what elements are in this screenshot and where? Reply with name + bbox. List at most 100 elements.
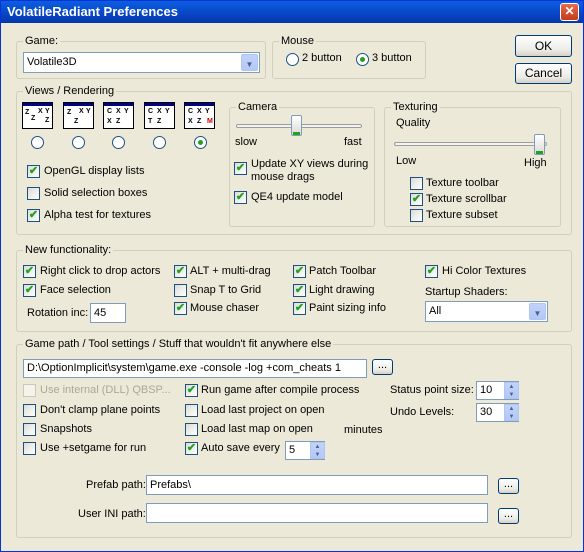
snap-t-to-grid-checkbox[interactable]	[174, 284, 187, 297]
view-layout-4-radio[interactable]	[153, 136, 166, 149]
status-point-size-value: 10	[480, 384, 493, 396]
spin-down-icon[interactable]: ▼	[505, 391, 518, 399]
game-select[interactable]: Volatile3D ▼	[23, 52, 260, 73]
texture-scrollbar-checkbox[interactable]: ✔	[410, 193, 423, 206]
face-selection-label[interactable]: Face selection	[40, 284, 111, 296]
prefab-path-input[interactable]: Prefabs\	[146, 475, 488, 495]
opengl-display-lists-label[interactable]: OpenGL display lists	[44, 165, 144, 177]
user-ini-path-input[interactable]	[146, 503, 488, 523]
face-selection-checkbox[interactable]: ✔	[23, 284, 36, 297]
camera-speed-slider-thumb[interactable]	[291, 115, 302, 136]
hi-color-textures-label[interactable]: Hi Color Textures	[442, 265, 526, 277]
texture-quality-high-label: High	[524, 157, 547, 169]
alt-multi-drag-label[interactable]: ALT + multi-drag	[190, 265, 271, 277]
load-last-map-checkbox[interactable]	[185, 423, 198, 436]
texture-quality-track[interactable]	[394, 142, 547, 146]
spin-down-icon[interactable]: ▼	[505, 413, 518, 421]
solid-selection-boxes-checkbox[interactable]	[27, 187, 40, 200]
startup-shaders-select[interactable]: All ▼	[425, 301, 548, 322]
dont-clamp-plane-points-label[interactable]: Don't clamp plane points	[40, 404, 160, 416]
right-click-drop-actors-label[interactable]: Right click to drop actors	[40, 265, 160, 277]
texture-subset-checkbox[interactable]	[410, 209, 423, 222]
close-icon[interactable]: ✕	[560, 3, 579, 21]
spin-up-icon[interactable]: ▲	[311, 443, 324, 451]
view-layout-2-radio[interactable]	[72, 136, 85, 149]
spin-up-icon[interactable]: ▲	[505, 405, 518, 413]
view-layout-5-radio[interactable]	[194, 136, 207, 149]
dont-clamp-plane-points-checkbox[interactable]	[23, 404, 36, 417]
status-point-spinner[interactable]: ▲ ▼	[504, 382, 519, 399]
auto-save-minutes-value: 5	[289, 444, 296, 456]
update-xy-views-label-line2[interactable]: mouse drags	[251, 171, 315, 183]
mouse-3-button-radio[interactable]	[356, 53, 369, 66]
game-select-value: Volatile3D	[27, 56, 77, 68]
qe4-update-model-checkbox[interactable]: ✔	[234, 191, 247, 204]
undo-levels-spinner[interactable]: ▲ ▼	[504, 404, 519, 421]
auto-save-label[interactable]: Auto save every	[201, 442, 280, 454]
view-layout-5-icon: CXYXZM	[184, 102, 215, 129]
texture-toolbar-checkbox[interactable]	[410, 177, 423, 190]
solid-selection-boxes-label[interactable]: Solid selection boxes	[44, 187, 147, 199]
paint-sizing-info-checkbox[interactable]: ✔	[293, 302, 306, 315]
mouse-2-button-label[interactable]: 2 button	[302, 52, 342, 64]
spin-up-icon[interactable]: ▲	[505, 383, 518, 391]
mouse-chaser-checkbox[interactable]: ✔	[174, 302, 187, 315]
mouse-3-button-label[interactable]: 3 button	[372, 52, 412, 64]
texture-scrollbar-label[interactable]: Texture scrollbar	[426, 193, 507, 205]
load-last-map-label[interactable]: Load last map on open	[201, 423, 313, 435]
preferences-window: VolatileRadiant Preferences ✕ OK Cancel …	[0, 0, 584, 552]
view-layout-2-icon: ZXYZ	[63, 102, 94, 129]
load-last-project-label[interactable]: Load last project on open	[201, 404, 325, 416]
chevron-down-icon[interactable]: ▼	[241, 54, 258, 71]
run-after-compile-checkbox[interactable]: ✔	[185, 384, 198, 397]
snapshots-checkbox[interactable]	[23, 423, 36, 436]
texture-quality-label: Quality	[396, 117, 431, 129]
use-setgame-checkbox[interactable]	[23, 442, 36, 455]
paint-sizing-info-label[interactable]: Paint sizing info	[309, 302, 386, 314]
auto-save-checkbox[interactable]: ✔	[185, 442, 198, 455]
update-xy-views-checkbox[interactable]: ✔	[234, 162, 247, 175]
light-drawing-label[interactable]: Light drawing	[309, 284, 374, 296]
game-path-browse-button[interactable]: ...	[372, 359, 393, 375]
rotation-inc-input[interactable]: 45	[90, 303, 126, 323]
snapshots-label[interactable]: Snapshots	[40, 423, 92, 435]
snap-t-to-grid-label[interactable]: Snap T to Grid	[190, 284, 261, 296]
light-drawing-checkbox[interactable]: ✔	[293, 284, 306, 297]
alpha-test-label[interactable]: Alpha test for textures	[44, 209, 151, 221]
view-layout-3-radio[interactable]	[112, 136, 125, 149]
qe4-update-model-label[interactable]: QE4 update model	[251, 191, 343, 203]
alpha-test-checkbox[interactable]: ✔	[27, 209, 40, 222]
prefab-path-browse-button[interactable]: ...	[498, 478, 519, 494]
chevron-down-icon[interactable]: ▼	[529, 303, 546, 320]
radio-selected-dot	[198, 140, 203, 145]
texturing-group-label: Texturing	[391, 101, 440, 113]
use-setgame-label[interactable]: Use +setgame for run	[40, 442, 146, 454]
patch-toolbar-checkbox[interactable]: ✔	[293, 265, 306, 278]
mouse-chaser-label[interactable]: Mouse chaser	[190, 302, 259, 314]
spin-down-icon[interactable]: ▼	[311, 451, 324, 459]
right-click-drop-actors-checkbox[interactable]: ✔	[23, 265, 36, 278]
hi-color-textures-checkbox[interactable]: ✔	[425, 265, 438, 278]
view-layout-1-radio[interactable]	[31, 136, 44, 149]
startup-shaders-label: Startup Shaders:	[425, 286, 508, 298]
ok-button[interactable]: OK	[515, 35, 572, 57]
title-bar[interactable]: VolatileRadiant Preferences ✕	[1, 1, 583, 23]
user-ini-path-browse-button[interactable]: ...	[498, 508, 519, 524]
mouse-2-button-radio[interactable]	[286, 53, 299, 66]
load-last-project-checkbox[interactable]	[185, 404, 198, 417]
cancel-button[interactable]: Cancel	[515, 63, 572, 84]
patch-toolbar-label[interactable]: Patch Toolbar	[309, 265, 376, 277]
user-ini-path-label: User INI path:	[78, 508, 146, 520]
texture-toolbar-label[interactable]: Texture toolbar	[426, 177, 499, 189]
update-xy-views-label-line1[interactable]: Update XY views during	[251, 158, 368, 170]
game-path-input[interactable]: D:\OptionImplicit\system\game.exe -conso…	[23, 359, 367, 378]
texture-quality-slider-thumb[interactable]	[534, 134, 545, 155]
alt-multi-drag-checkbox[interactable]: ✔	[174, 265, 187, 278]
run-after-compile-label[interactable]: Run game after compile process	[201, 384, 359, 396]
opengl-display-lists-checkbox[interactable]: ✔	[27, 165, 40, 178]
new-functionality-label: New functionality:	[23, 244, 114, 256]
minutes-label: minutes	[344, 424, 383, 436]
views-rendering-label: Views / Rendering	[23, 85, 117, 97]
texture-subset-label[interactable]: Texture subset	[426, 209, 498, 221]
auto-save-spinner[interactable]: ▲ ▼	[310, 442, 325, 459]
